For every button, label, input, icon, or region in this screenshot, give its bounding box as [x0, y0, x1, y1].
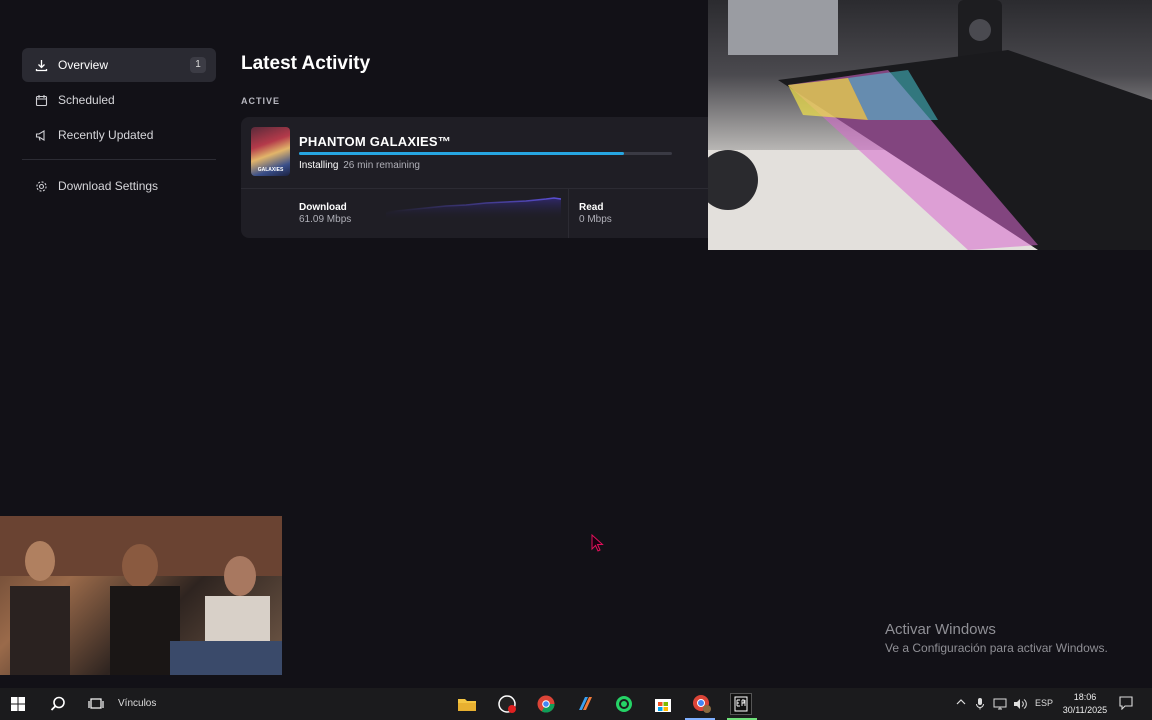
microphone-button[interactable] [976, 698, 984, 712]
start-button[interactable] [0, 688, 36, 720]
progress-bar [299, 152, 672, 155]
clock-date: 30/11/2025 [1062, 705, 1108, 715]
status-line: Installing 26 min remaining [299, 160, 420, 171]
taskbar-app-chrome[interactable] [535, 693, 557, 715]
links-toolbar[interactable]: Vínculos [118, 698, 156, 709]
sidebar-item-overview[interactable]: Overview 1 [22, 48, 216, 82]
gear-icon [34, 179, 48, 193]
epic-games-icon [734, 696, 748, 712]
desktop: Overview 1 Scheduled Recently Updated Do… [0, 0, 1152, 720]
store-icon [655, 699, 671, 712]
chrome-icon [537, 695, 555, 713]
taskbar-app-epic-games[interactable] [730, 693, 752, 715]
sidebar: Overview 1 Scheduled Recently Updated Do… [22, 48, 216, 204]
taskbar-app-store[interactable] [652, 693, 674, 715]
game-thumbnail[interactable]: GALAXIES [251, 127, 290, 176]
activation-watermark-title: Activar Windows [885, 621, 996, 638]
download-value: 61.09 Mbps [299, 214, 352, 225]
read-speed: Read 0 Mbps [579, 202, 612, 225]
sidebar-item-label: Scheduled [58, 93, 115, 107]
taskbar-app-whatsapp[interactable] [613, 693, 635, 715]
status-text: Installing [299, 160, 339, 171]
task-view-button[interactable] [78, 688, 114, 720]
section-label-active: ACTIVE [241, 96, 281, 106]
calendar-icon [34, 93, 48, 107]
file-explorer-icon [458, 699, 476, 711]
volume-button[interactable] [1013, 698, 1027, 712]
search-button[interactable] [40, 688, 76, 720]
read-label: Read [579, 202, 604, 213]
webcam-overlay-video [0, 516, 282, 675]
taskbar-app-file-explorer[interactable] [456, 693, 478, 715]
sidebar-item-label: Overview [58, 58, 109, 72]
taskbar-app-copilot[interactable] [574, 693, 596, 715]
thumbnail-text: GALAXIES [257, 167, 284, 173]
clock-time: 18:06 [1073, 692, 1097, 702]
language-indicator[interactable]: ESP [1035, 698, 1053, 708]
megaphone-icon [34, 128, 48, 142]
divider [22, 159, 216, 160]
chevron-up-icon [956, 699, 966, 705]
sidebar-item-label: Download Settings [58, 179, 159, 193]
whatsapp-icon [616, 696, 632, 712]
mouse-cursor-icon [591, 534, 604, 552]
speaker-icon [1014, 699, 1027, 709]
network-icon [993, 698, 1007, 710]
download-speed: Download 61.09 Mbps [299, 202, 351, 225]
copilot-icon [579, 697, 592, 710]
read-value: 0 Mbps [579, 214, 612, 225]
show-hidden-icons-button[interactable] [956, 698, 966, 708]
divider [241, 188, 708, 189]
notification-icon [1119, 696, 1133, 711]
taskbar: Vínculos ESP 18:06 30/11/2025 [0, 688, 1152, 720]
search-icon [50, 696, 65, 711]
page-title: Latest Activity [241, 53, 371, 74]
chrome-profile-icon [693, 695, 711, 713]
download-icon [34, 58, 48, 72]
sidebar-item-scheduled[interactable]: Scheduled [22, 83, 216, 117]
game-title: PHANTOM GALAXIES™ [299, 134, 451, 149]
sidebar-item-label: Recently Updated [58, 128, 154, 142]
count-badge: 1 [190, 57, 206, 73]
microphone-icon [976, 698, 984, 710]
activation-watermark-text: Ve a Configuración para activar Windows. [885, 641, 1108, 655]
notifications-button[interactable] [1119, 696, 1133, 712]
download-speed-graph [386, 197, 561, 220]
windows-logo-icon [11, 697, 25, 711]
download-label: Download [299, 202, 347, 213]
divider [568, 189, 569, 238]
taskbar-app-obs[interactable] [496, 693, 518, 715]
network-button[interactable] [993, 698, 1007, 712]
clock[interactable]: 18:06 30/11/2025 [1057, 691, 1113, 717]
download-card[interactable]: GALAXIES PHANTOM GALAXIES™ Installing 26… [241, 117, 708, 238]
obs-icon [498, 695, 516, 713]
taskbar-app-chrome-profile[interactable] [691, 693, 713, 715]
sidebar-item-download-settings[interactable]: Download Settings [22, 169, 216, 203]
webcam-overlay-keyboard [708, 0, 1152, 250]
progress-fill [299, 152, 624, 155]
sidebar-item-recently-updated[interactable]: Recently Updated [22, 118, 216, 152]
task-view-icon [88, 698, 104, 709]
time-remaining: 26 min remaining [343, 160, 420, 171]
